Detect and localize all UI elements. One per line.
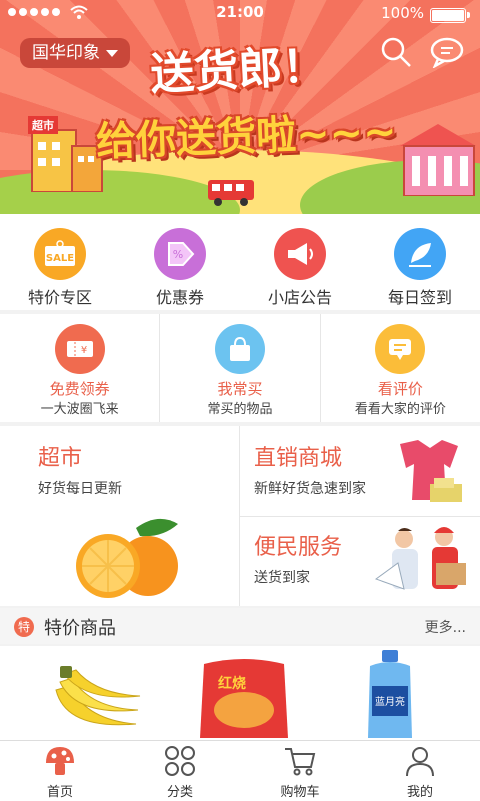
sale-tag-icon: SALE <box>34 228 86 280</box>
sale-badge-text: SALE <box>46 253 74 264</box>
ticket-icon: ¥ <box>54 324 105 374</box>
service-subtitle: 一大波圈飞来 <box>40 402 119 417</box>
service-title: 看评价 <box>377 380 423 398</box>
noodles-package-image: 红烧 <box>200 659 288 738</box>
section-title: 特价商品 <box>44 618 116 639</box>
nav-coupon[interactable]: % 优惠券 <box>120 214 240 310</box>
delivery-bus-illustration <box>208 180 254 206</box>
nav-label: 优惠券 <box>155 288 204 307</box>
special-products-list: 红烧 蓝月亮 <box>0 646 480 740</box>
caret-down-icon <box>106 49 118 57</box>
product-instant-noodles[interactable]: 红烧 <box>160 646 320 740</box>
tab-label: 购物车 <box>280 785 320 800</box>
tab-category[interactable]: 分类 <box>120 741 240 801</box>
special-badge: 特 <box>14 617 34 637</box>
service-reviews[interactable]: 看评价 看看大家的评价 <box>321 314 480 422</box>
banner-slogan-line1: 送货郎！ <box>149 40 328 101</box>
tab-label: 分类 <box>166 785 193 800</box>
orange-fruit-image <box>76 518 178 598</box>
promo-title: 直销商城 <box>254 446 343 471</box>
comment-icon <box>375 324 426 374</box>
svg-text:¥: ¥ <box>80 345 86 356</box>
nav-label: 每日签到 <box>387 288 452 307</box>
service-frequent-buys[interactable]: 我常买 常买的物品 <box>160 314 321 422</box>
message-icon[interactable] <box>430 36 464 68</box>
tab-home[interactable]: 首页 <box>0 741 120 801</box>
status-bar: 21:00 100% <box>0 0 480 26</box>
tab-label: 我的 <box>406 785 433 800</box>
noodles-label: 红烧 <box>218 675 246 692</box>
tab-label: 首页 <box>46 785 73 800</box>
nav-daily-checkin[interactable]: 每日签到 <box>360 214 480 310</box>
promo-subtitle: 送货到家 <box>254 570 310 586</box>
promo-supermarket[interactable]: 超市 好货每日更新 <box>0 426 240 606</box>
shop-sign: 超市 <box>32 119 54 132</box>
detergent-label: 蓝月亮 <box>375 695 405 708</box>
promo-title: 超市 <box>38 446 83 471</box>
category-grid-icon <box>165 746 195 776</box>
bottom-tab-bar: 首页 分类 购物车 我的 <box>0 740 480 801</box>
promo-subtitle: 好货每日更新 <box>38 481 122 497</box>
nav-label: 小店公告 <box>267 288 332 307</box>
more-link[interactable]: 更多... <box>425 617 466 637</box>
nav-announcement[interactable]: 小店公告 <box>240 214 360 310</box>
store-building-illustration <box>400 124 476 196</box>
feather-pen-icon <box>394 228 446 280</box>
tab-cart[interactable]: 购物车 <box>240 741 360 801</box>
bananas-image <box>55 666 141 726</box>
special-products-header: 特 特价商品 更多... <box>0 608 480 644</box>
promo-title: 便民服务 <box>254 535 343 560</box>
user-icon <box>406 747 434 777</box>
delivery-people-image <box>374 527 466 590</box>
clothing-products-image <box>400 440 462 502</box>
services-row: ¥ 免费领券 一大波圈飞来 我常买 常买的物品 看评价 看看大家的评价 <box>0 314 480 422</box>
battery-percent: 100% <box>381 4 424 22</box>
banner-slogan-line2: 给你送货啦~~~ <box>95 108 398 166</box>
cart-icon <box>285 748 316 776</box>
detergent-bottle-image: 蓝月亮 <box>368 650 412 738</box>
tab-profile[interactable]: 我的 <box>360 741 480 801</box>
search-icon[interactable] <box>380 36 412 68</box>
service-subtitle: 常买的物品 <box>207 402 273 417</box>
service-title: 我常买 <box>217 380 263 398</box>
battery-icon <box>430 8 470 23</box>
megaphone-icon <box>274 228 326 280</box>
promo-convenience[interactable]: 便民服务 送货到家 <box>240 517 480 606</box>
promo-grid: 超市 好货每日更新 直销商城 新鲜好货急速到家 便民服务 送货到家 <box>0 426 480 606</box>
coupon-icon: % <box>154 228 206 280</box>
product-bananas[interactable] <box>0 646 160 740</box>
location-selector[interactable]: 国华印象 <box>20 38 130 68</box>
home-mushroom-icon <box>46 747 74 775</box>
product-detergent[interactable]: 蓝月亮 <box>320 646 480 740</box>
nav-special-zone[interactable]: SALE 特价专区 <box>0 214 120 310</box>
service-subtitle: 看看大家的评价 <box>354 402 446 417</box>
svg-text:%: % <box>173 248 183 261</box>
promo-direct-mall[interactable]: 直销商城 新鲜好货急速到家 <box>240 426 480 517</box>
shopping-bag-icon <box>214 324 265 374</box>
location-label: 国华印象 <box>32 43 100 63</box>
quick-nav: SALE 特价专区 % 优惠券 小店公告 每日签到 <box>0 214 480 310</box>
promo-subtitle: 新鲜好货急速到家 <box>254 481 366 497</box>
top-banner[interactable]: 超市 21:00 100% 国华印象 送货郎！ 给你送货啦~~~ <box>0 0 480 214</box>
nav-label: 特价专区 <box>27 288 92 307</box>
service-title: 免费领券 <box>49 380 110 398</box>
service-free-coupon[interactable]: ¥ 免费领券 一大波圈飞来 <box>0 314 161 422</box>
